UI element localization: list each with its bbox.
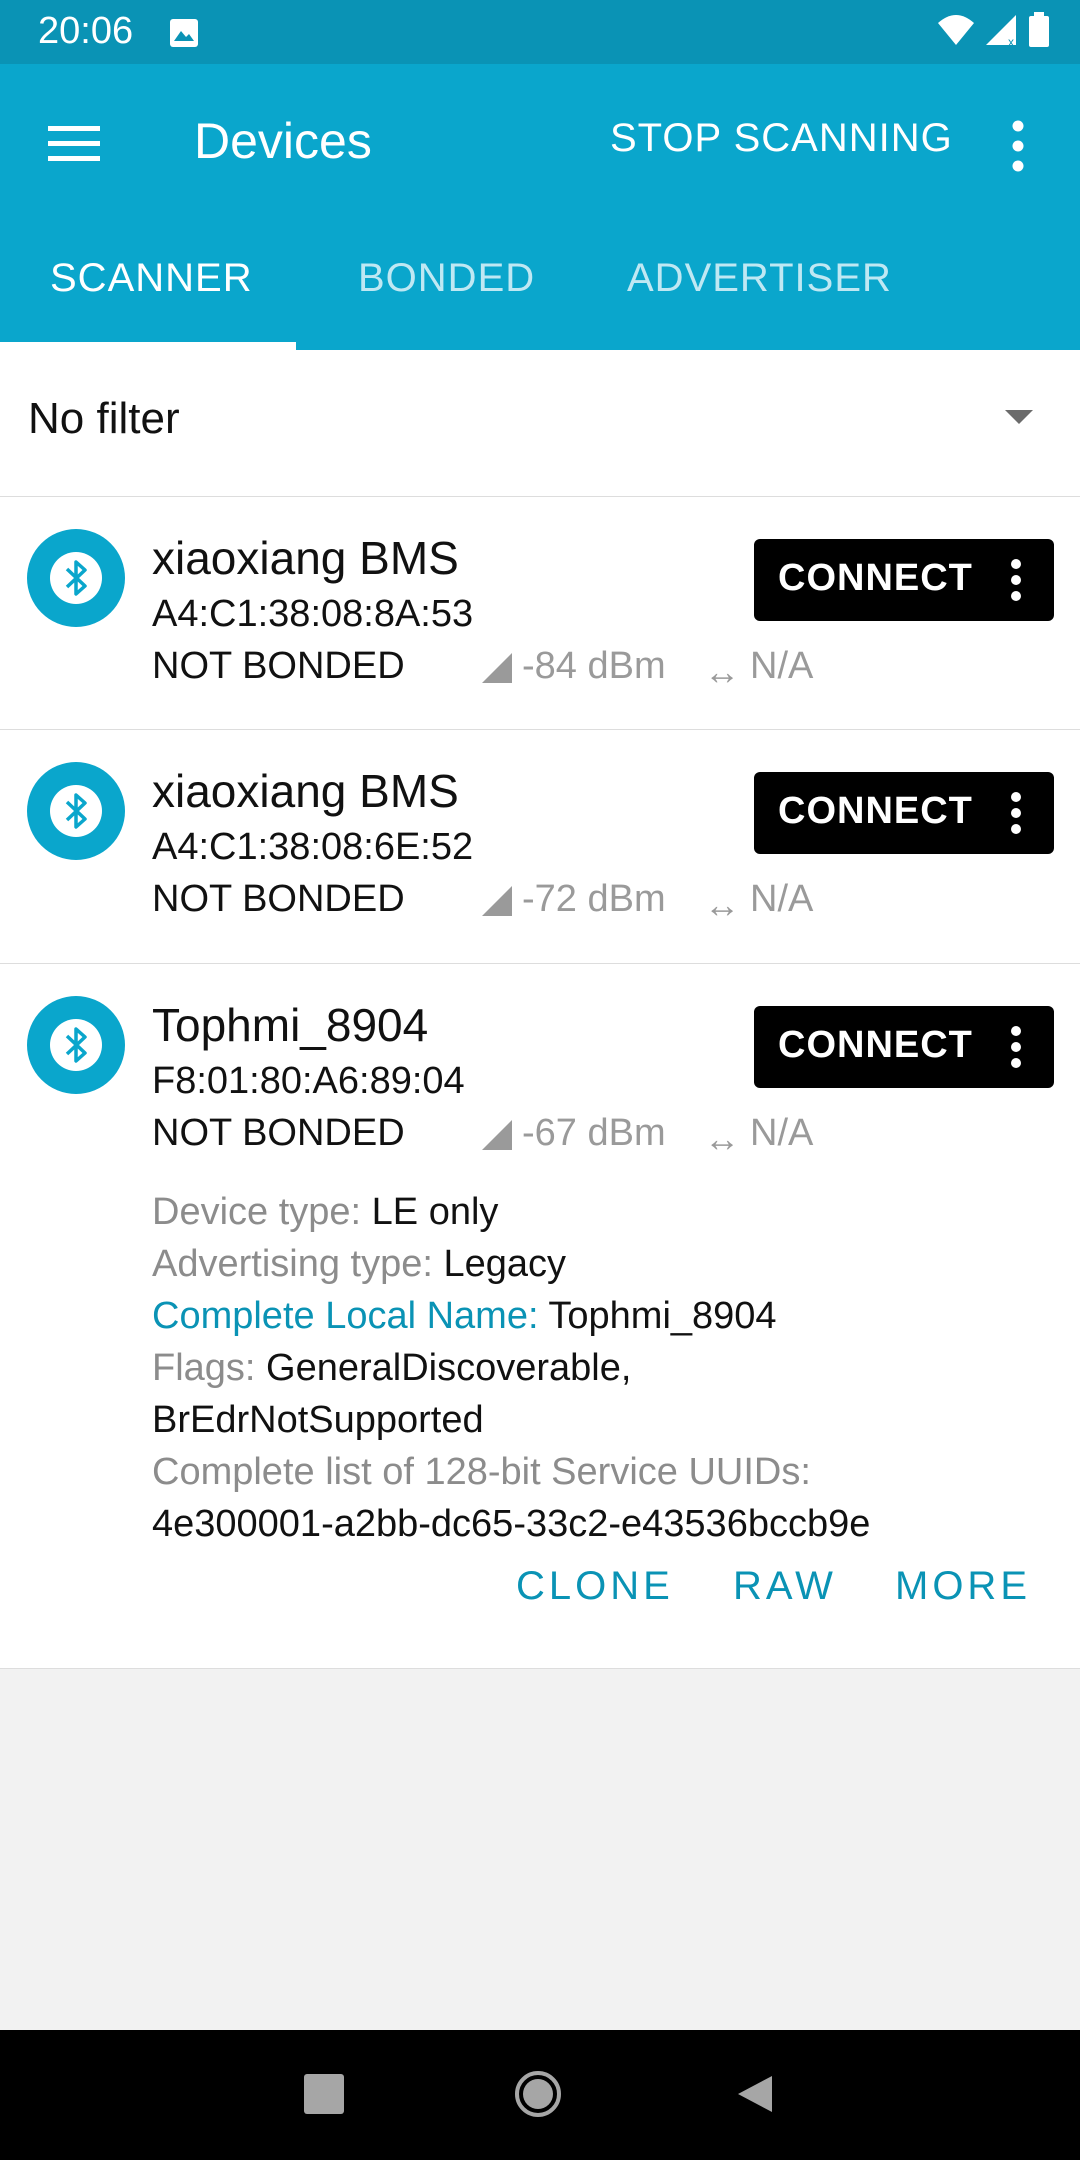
detail-device-type: Device type: LE only (152, 1186, 1052, 1238)
hamburger-menu-icon[interactable] (48, 120, 100, 168)
device-address: F8:01:80:A6:89:04 (152, 1060, 465, 1102)
overflow-menu-icon[interactable] (1000, 116, 1036, 176)
detail-value: BrEdrNotSupported (152, 1399, 484, 1441)
connect-button[interactable]: CONNECT (754, 539, 1054, 621)
home-icon[interactable] (514, 2070, 562, 2118)
device-address: A4:C1:38:08:8A:53 (152, 593, 474, 635)
detail-label: Flags: (152, 1347, 256, 1389)
interval-arrows-icon: ↔ (704, 884, 740, 925)
svg-text:x: x (1008, 35, 1014, 47)
connect-button[interactable]: CONNECT (754, 772, 1054, 854)
filter-label: No filter (28, 394, 180, 443)
battery-icon (1029, 12, 1049, 47)
bond-state: NOT BONDED (152, 1112, 405, 1154)
tab-bonded[interactable]: BONDED (358, 256, 535, 301)
status-time: 20:06 (38, 10, 134, 52)
page-title: Devices (194, 113, 372, 169)
rssi-value: -67 dBm (522, 1112, 666, 1154)
device-name: xiaoxiang BMS (152, 532, 459, 584)
device-address: A4:C1:38:08:6E:52 (152, 826, 474, 868)
detail-local-name: Complete Local Name: Tophmi_8904 (152, 1290, 1052, 1342)
device-name: Tophmi_8904 (152, 999, 429, 1051)
connect-label: CONNECT (778, 557, 973, 599)
bluetooth-icon (27, 996, 125, 1094)
advertising-details: Device type: LE only Advertising type: L… (152, 1186, 1052, 1550)
cell-signal-icon: x (986, 15, 1016, 47)
detail-label: Advertising type: (152, 1243, 433, 1285)
detail-value: 4e300001-a2bb-dc65-33c2-e43536bccb9e (152, 1503, 871, 1545)
bluetooth-icon (27, 529, 125, 627)
tab-advertiser[interactable]: ADVERTISER (627, 256, 892, 301)
bond-state: NOT BONDED (152, 645, 405, 687)
device-more-icon[interactable] (1004, 1022, 1028, 1072)
device-more-icon[interactable] (1004, 788, 1028, 838)
rssi-value: -72 dBm (522, 878, 666, 920)
image-notification-icon (170, 19, 198, 47)
device-name: xiaoxiang BMS (152, 765, 459, 817)
system-navigation-bar (0, 2030, 1080, 2160)
signal-strength-icon (482, 653, 512, 683)
detail-flags: Flags: GeneralDiscoverable, (152, 1342, 1052, 1394)
detail-label: Complete Local Name: (152, 1295, 539, 1337)
status-icons: x (936, 12, 1050, 48)
detail-label: Complete list of 128-bit Service UUIDs: (152, 1451, 811, 1493)
detail-value: LE only (371, 1191, 499, 1233)
raw-button[interactable]: RAW (733, 1564, 837, 1609)
device-more-icon[interactable] (1004, 555, 1028, 605)
detail-value: GeneralDiscoverable, (266, 1347, 632, 1389)
interval-arrows-icon: ↔ (704, 651, 740, 692)
recent-apps-icon[interactable] (304, 2074, 344, 2114)
connect-label: CONNECT (778, 1024, 973, 1066)
device-list-item[interactable]: xiaoxiang BMS A4:C1:38:08:6E:52 NOT BOND… (0, 730, 1080, 964)
connect-button[interactable]: CONNECT (754, 1006, 1054, 1088)
status-bar: 20:06 x (0, 0, 1080, 64)
signal-strength-icon (482, 1120, 512, 1150)
tab-scanner[interactable]: SCANNER (50, 256, 253, 301)
device-list-item-expanded[interactable]: Tophmi_8904 F8:01:80:A6:89:04 NOT BONDED… (0, 964, 1080, 1669)
connect-label: CONNECT (778, 790, 973, 832)
rssi-value: -84 dBm (522, 645, 666, 687)
device-list-item[interactable]: xiaoxiang BMS A4:C1:38:08:8A:53 NOT BOND… (0, 497, 1080, 730)
interval-arrows-icon: ↔ (704, 1118, 740, 1159)
detail-advertising-type: Advertising type: Legacy (152, 1238, 1052, 1290)
wifi-icon (938, 15, 974, 45)
advertising-interval: N/A (750, 645, 814, 687)
more-button[interactable]: MORE (895, 1564, 1031, 1609)
detail-value: Legacy (443, 1243, 567, 1285)
bond-state: NOT BONDED (152, 878, 405, 920)
tab-strip: SCANNER BONDED ADVERTISER (0, 216, 1080, 350)
tab-indicator (0, 342, 296, 350)
advertising-interval: N/A (750, 1112, 814, 1154)
stop-scanning-button[interactable]: STOP SCANNING (610, 116, 953, 161)
clone-button[interactable]: CLONE (516, 1564, 674, 1609)
detail-value: Tophmi_8904 (548, 1295, 777, 1337)
bluetooth-icon (27, 762, 125, 860)
detail-label: Device type: (152, 1191, 362, 1233)
advertising-interval: N/A (750, 878, 814, 920)
back-icon[interactable] (736, 2074, 776, 2114)
filter-dropdown[interactable]: No filter (0, 350, 1080, 497)
signal-strength-icon (482, 886, 512, 916)
dropdown-arrow-icon (1005, 410, 1033, 424)
